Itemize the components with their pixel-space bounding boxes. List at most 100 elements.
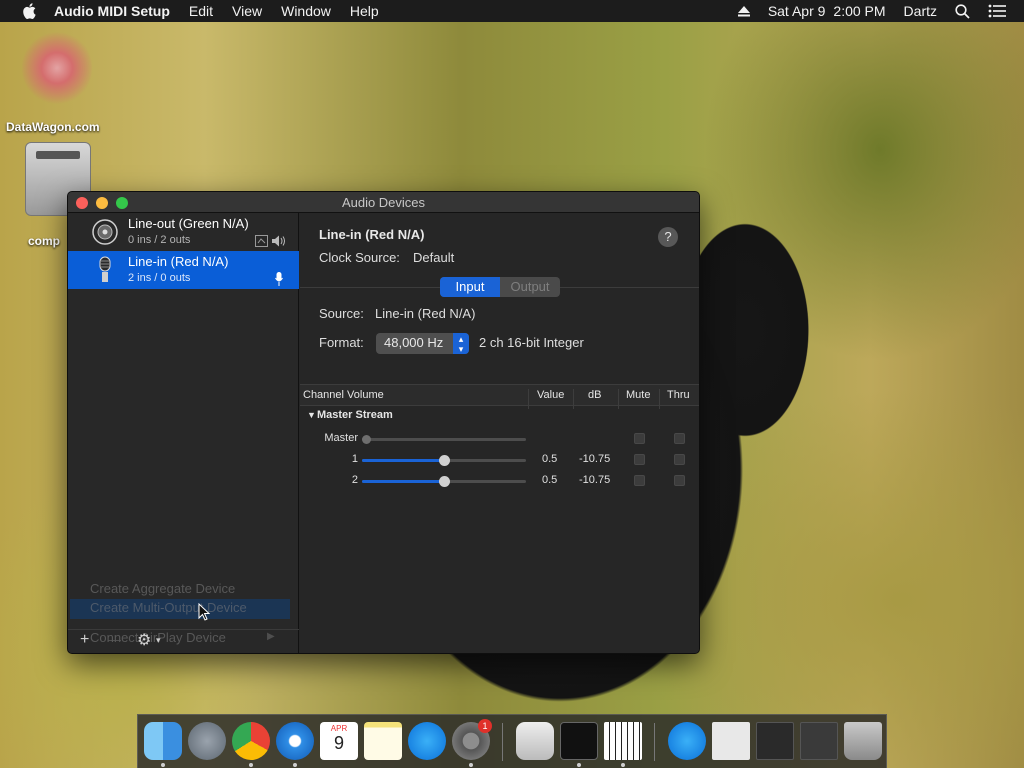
menubar-time[interactable]: 2:00 PM — [833, 3, 885, 19]
desktop-icon-datawagon-label[interactable]: DataWagon.com — [6, 120, 100, 134]
dock-separator — [502, 723, 503, 761]
source-value[interactable]: Line-in (Red N/A) — [375, 306, 475, 321]
column-thru[interactable]: Thru — [667, 389, 690, 401]
sample-rate-select[interactable]: 48,000 Hz ▴ ▾ — [376, 333, 469, 354]
channel-db: -10.75 — [579, 474, 611, 486]
menu-window[interactable]: Window — [281, 3, 331, 19]
mouse-cursor-icon — [198, 603, 210, 621]
dock-separator — [654, 723, 655, 761]
device-detail-pane: Line-in (Red N/A) ? Clock Source: Defaul… — [300, 213, 699, 653]
help-button[interactable]: ? — [658, 227, 678, 247]
mute-checkbox[interactable] — [634, 454, 645, 465]
mute-checkbox[interactable] — [634, 433, 645, 444]
column-separator — [659, 389, 660, 409]
master-stream-group[interactable]: ▼ Master Stream — [300, 408, 699, 426]
running-indicator — [293, 763, 297, 767]
file-icon[interactable] — [712, 722, 750, 760]
column-separator — [528, 389, 529, 409]
source-label: Source: — [319, 306, 364, 321]
script-editor-icon[interactable] — [516, 722, 554, 760]
volume-icon — [272, 235, 285, 247]
calendar-day: 9 — [333, 733, 344, 753]
safari-icon[interactable] — [276, 722, 314, 760]
thru-checkbox[interactable] — [674, 475, 685, 486]
status-area: Sat Apr 9 2:00 PM Dartz — [737, 0, 1024, 22]
menu-bar: Audio MIDI Setup Edit View Window Help S… — [0, 0, 1024, 22]
notification-center-icon[interactable] — [988, 4, 1006, 18]
volume-slider-knob[interactable] — [439, 455, 450, 466]
sample-rate-value: 48,000 Hz — [384, 335, 444, 350]
app-name-menu[interactable]: Audio MIDI Setup — [54, 3, 170, 19]
dock: APR 9 1 — [137, 714, 887, 768]
channel-name: Master — [324, 432, 358, 444]
format-description[interactable]: 2 ch 16-bit Integer — [479, 335, 584, 350]
app-store-icon[interactable] — [408, 722, 446, 760]
eject-icon[interactable] — [737, 5, 750, 17]
column-separator — [573, 389, 574, 409]
channel-row: 2 0.5 -10.75 — [300, 471, 699, 491]
clock-source-value[interactable]: Default — [413, 250, 454, 265]
datawagon-logo-icon[interactable] — [22, 30, 92, 106]
menu-help[interactable]: Help — [350, 3, 379, 19]
device-name: Line-out (Green N/A) — [128, 216, 249, 231]
device-item-line-out[interactable]: Line-out (Green N/A) 0 ins / 2 outs — [68, 213, 299, 251]
menu-edit[interactable]: Edit — [189, 3, 213, 19]
chrome-icon[interactable] — [232, 722, 270, 760]
gear-icon[interactable]: ⚙ — [137, 630, 151, 650]
input-output-tabs: Input Output — [440, 277, 560, 297]
tab-input[interactable]: Input — [440, 277, 500, 297]
screenshot-2-icon[interactable] — [800, 722, 838, 760]
terminal-icon[interactable] — [560, 722, 598, 760]
volume-slider-knob[interactable] — [362, 435, 371, 444]
column-value[interactable]: Value — [537, 389, 564, 401]
calendar-icon[interactable]: APR 9 — [320, 722, 358, 760]
device-item-line-in[interactable]: Line-in (Red N/A) 2 ins / 0 outs — [68, 251, 299, 289]
volume-slider-knob[interactable] — [439, 476, 450, 487]
apple-logo-icon[interactable] — [22, 3, 36, 19]
menubar-date[interactable]: Sat Apr 9 — [768, 3, 826, 19]
desktop-icon-drive-label[interactable]: comp — [28, 234, 60, 248]
running-indicator — [161, 763, 165, 767]
notification-badge: 1 — [478, 719, 492, 733]
device-io: 2 ins / 0 outs — [128, 272, 191, 284]
add-device-button[interactable]: + — [80, 631, 89, 649]
channel-row: Master — [300, 429, 699, 449]
thru-checkbox[interactable] — [674, 433, 685, 444]
downloads-app-store-icon[interactable] — [668, 722, 706, 760]
remove-device-button[interactable]: — — [108, 632, 121, 647]
menubar-user[interactable]: Dartz — [904, 3, 937, 19]
chevron-down-icon[interactable]: ▾ — [156, 635, 161, 646]
minimize-window-button[interactable] — [96, 197, 108, 209]
mute-checkbox[interactable] — [634, 475, 645, 486]
volume-slider-track[interactable] — [362, 476, 526, 487]
menu-item-create-aggregate[interactable]: Create Aggregate Device — [90, 581, 235, 596]
calendar-month: APR — [330, 724, 348, 733]
channel-db: -10.75 — [579, 453, 611, 465]
title-bar[interactable]: Audio Devices — [68, 192, 699, 213]
volume-slider-track[interactable] — [362, 455, 526, 466]
spotlight-search-icon[interactable] — [955, 3, 970, 19]
menu-item-create-multi-output[interactable]: Create Multi-Output Device — [90, 600, 247, 615]
running-indicator — [469, 763, 473, 767]
notes-icon[interactable] — [364, 722, 402, 760]
trash-icon[interactable] — [844, 722, 882, 760]
device-list-sidebar: Line-out (Green N/A) 0 ins / 2 outs Line… — [68, 213, 299, 653]
screenshot-icon[interactable] — [756, 722, 794, 760]
column-channel-volume[interactable]: Channel Volume — [303, 389, 384, 401]
close-window-button[interactable] — [76, 197, 88, 209]
finder-icon[interactable] — [144, 722, 182, 760]
launchpad-icon[interactable] — [188, 722, 226, 760]
column-mute[interactable]: Mute — [626, 389, 650, 401]
speaker-icon — [92, 219, 118, 245]
thru-checkbox[interactable] — [674, 454, 685, 465]
column-db[interactable]: dB — [588, 389, 601, 401]
menu-view[interactable]: View — [232, 3, 262, 19]
sidebar-footer: + — ⚙ ▾ — [68, 629, 299, 653]
format-label: Format: — [319, 335, 364, 350]
zoom-window-button[interactable] — [116, 197, 128, 209]
disclosure-triangle-icon[interactable]: ▼ — [307, 410, 316, 420]
tab-output[interactable]: Output — [500, 277, 560, 297]
volume-slider-track[interactable] — [362, 435, 526, 444]
channel-value: 0.5 — [542, 474, 558, 486]
audio-midi-setup-icon[interactable] — [604, 722, 642, 760]
